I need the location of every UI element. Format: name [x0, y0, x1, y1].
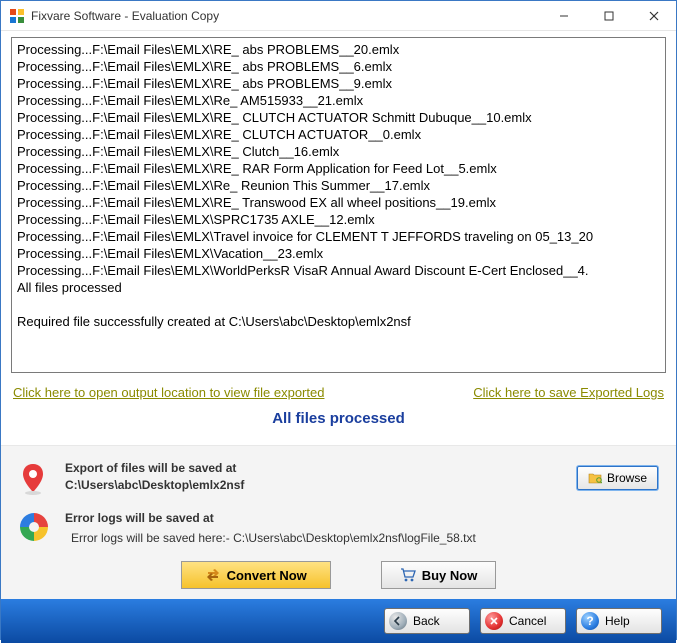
browse-label: Browse: [607, 471, 647, 485]
help-icon: ?: [581, 612, 599, 630]
error-log-value: Error logs will be saved here:- C:\Users…: [65, 530, 658, 547]
export-path-label: Export of files will be saved at: [65, 460, 548, 477]
window-title: Fixvare Software - Evaluation Copy: [31, 9, 541, 23]
back-button[interactable]: Back: [384, 608, 470, 634]
status-text: All files processed: [11, 410, 666, 427]
buy-now-button[interactable]: Buy Now: [381, 561, 497, 589]
location-pin-icon: [19, 462, 49, 496]
maximize-button[interactable]: [586, 1, 631, 30]
close-button[interactable]: [631, 1, 676, 30]
save-logs-link[interactable]: Click here to save Exported Logs: [473, 385, 664, 400]
back-label: Back: [413, 614, 440, 628]
help-label: Help: [605, 614, 630, 628]
buy-label: Buy Now: [422, 568, 478, 583]
convert-label: Convert Now: [227, 568, 307, 583]
app-icon: [9, 8, 25, 24]
back-arrow-icon: [389, 612, 407, 630]
browse-button[interactable]: Browse: [577, 466, 658, 490]
folder-icon: [588, 472, 602, 484]
export-path-value: C:\Users\abc\Desktop\emlx2nsf: [65, 477, 548, 494]
help-button[interactable]: ? Help: [576, 608, 662, 634]
pie-chart-icon: [19, 512, 49, 542]
minimize-button[interactable]: [541, 1, 586, 30]
convert-icon: [205, 567, 221, 583]
cancel-button[interactable]: Cancel: [480, 608, 566, 634]
cancel-label: Cancel: [509, 614, 546, 628]
cart-icon: [400, 568, 416, 582]
open-output-link[interactable]: Click here to open output location to vi…: [13, 385, 324, 400]
wizard-nav-bar: Back Cancel ? Help: [1, 599, 676, 643]
convert-now-button[interactable]: Convert Now: [181, 561, 331, 589]
export-panel: Export of files will be saved at C:\User…: [1, 445, 676, 599]
log-output[interactable]: Processing...F:\Email Files\EMLX\RE_ abs…: [11, 37, 666, 373]
titlebar: Fixvare Software - Evaluation Copy: [1, 1, 676, 31]
error-log-label: Error logs will be saved at: [65, 510, 658, 527]
cancel-icon: [485, 612, 503, 630]
